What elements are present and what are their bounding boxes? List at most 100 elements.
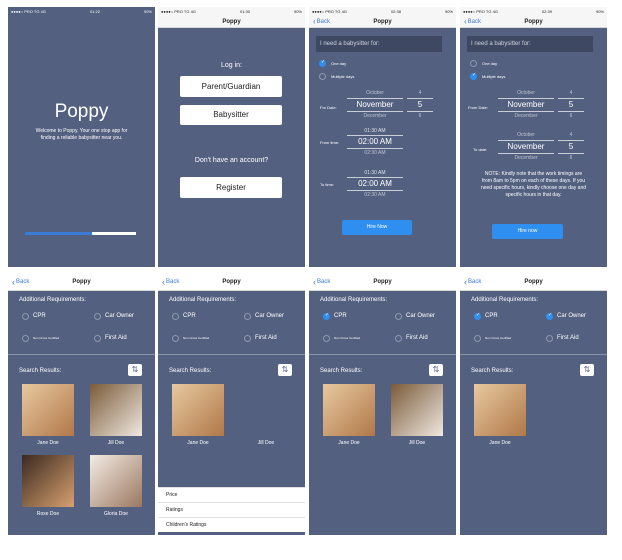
checkbox-first-aid[interactable] (94, 335, 101, 342)
checkbox-non-cross-certified[interactable] (22, 335, 29, 342)
checkbox-cpr[interactable] (172, 313, 179, 320)
carrier-text: ●●●●○ PRO TG 4G (463, 9, 498, 14)
filter-icon[interactable]: ⇅ (580, 364, 594, 376)
checkbox-first-aid[interactable] (546, 335, 553, 342)
battery-text: 90% (143, 9, 152, 14)
day-below: 6 (418, 113, 422, 119)
radio-multiple-days-label: Multiple days (331, 74, 355, 79)
loading-progress-bar (25, 232, 136, 235)
checkbox-non-cross-certified[interactable] (172, 335, 179, 342)
from-time-picker[interactable]: 02:00 AM (347, 137, 403, 146)
picker-line (498, 98, 554, 99)
radio-one-day-label: One day (331, 61, 347, 66)
profile-photo-jill[interactable] (391, 384, 443, 436)
checkbox-first-aid[interactable] (395, 335, 402, 342)
filter-icon[interactable]: ⇅ (128, 364, 142, 376)
battery-text: 90% (595, 9, 604, 14)
radio-multiple-days[interactable] (319, 73, 326, 80)
screen-search-all: ‹Back Poppy Additional Requirements: CPR… (8, 273, 155, 535)
car-owner-label: Car Owner (557, 313, 587, 319)
profile-photo-gloria[interactable] (90, 455, 142, 507)
hire-now-button[interactable]: Hire now (492, 224, 563, 239)
work-hours-note: NOTE: Kindly note that the work timings … (480, 171, 587, 198)
picker-line (347, 190, 403, 191)
nav-bar: ‹Back Poppy (309, 273, 456, 291)
picker-line (347, 135, 403, 136)
requirements-heading: Additional Requirements: (19, 297, 87, 303)
day-picker[interactable]: 5 (407, 100, 433, 109)
section-divider (158, 354, 305, 355)
time-text: 02:39 (541, 9, 552, 14)
nav-title: Poppy (222, 19, 241, 25)
babysitter-button[interactable]: Babysitter (180, 105, 282, 125)
profile-photo-jane[interactable] (474, 384, 526, 436)
checkbox-non-cross-certified[interactable] (323, 335, 330, 342)
checkbox-non-cross-certified[interactable] (474, 335, 481, 342)
screen-login: ●●●●○ PRO TG 4G 01:30 90% Poppy Log in: … (158, 7, 305, 267)
nav-title: Poppy (222, 279, 241, 285)
parent-guardian-button[interactable]: Parent/Guardian (180, 76, 282, 97)
section-divider (309, 354, 456, 355)
nav-bar: ‹Back Poppy (309, 16, 456, 28)
profile-photo-jane[interactable] (172, 384, 224, 436)
nav-bar: ‹Back Poppy (460, 273, 607, 291)
nav-bar: ‹Back Poppy (158, 273, 305, 291)
babysitter-duration-input[interactable]: I need a babysitter for: (316, 36, 442, 52)
radio-multiple-days[interactable] (470, 72, 477, 80)
checkbox-car-owner[interactable] (395, 313, 402, 320)
profile-photo-rose[interactable] (22, 455, 74, 507)
search-results-heading: Search Results: (19, 368, 62, 374)
to-month-picker[interactable]: November (498, 142, 554, 151)
sort-option-childrens-ratings[interactable]: Children's Ratings (158, 517, 305, 532)
picker-line (347, 177, 403, 178)
nav-title: Poppy (524, 19, 543, 25)
picker-line (347, 98, 403, 99)
nav-title: Poppy (524, 279, 543, 285)
no-account-text: Don't have an account? (194, 157, 269, 164)
profile-photo-jane[interactable] (323, 384, 375, 436)
babysitter-duration-input[interactable]: I need a babysitter for: (467, 36, 593, 52)
non-cross-certified-label: Non Cross Certified (485, 336, 512, 340)
radio-one-day[interactable] (470, 60, 477, 67)
checkbox-cpr[interactable] (474, 312, 481, 320)
filter-icon[interactable]: ⇅ (278, 364, 292, 376)
sort-option-price[interactable]: Price (158, 487, 305, 502)
picker-line (558, 98, 584, 99)
from-month-picker[interactable]: November (498, 100, 554, 109)
checkbox-car-owner[interactable] (546, 312, 553, 320)
non-cross-certified-label: Non Cross Certified (33, 336, 60, 340)
sort-sheet: Price Ratings Children's Ratings (158, 487, 305, 532)
checkbox-car-owner[interactable] (94, 313, 101, 320)
checkbox-first-aid[interactable] (244, 335, 251, 342)
requirements-heading: Additional Requirements: (169, 297, 237, 303)
checkbox-car-owner[interactable] (244, 313, 251, 320)
picker-line (498, 153, 554, 154)
screen-search-cpr-car: ‹Back Poppy Additional Requirements: CPR… (460, 273, 607, 535)
radio-one-day[interactable] (319, 59, 326, 67)
profile-photo-jane[interactable] (22, 384, 74, 436)
screen-splash: ●●●●○ PRO TG 4G 01:22 90% Poppy Welcome … (8, 7, 155, 267)
to-day-picker[interactable]: 5 (558, 142, 584, 151)
filter-icon[interactable]: ⇅ (429, 364, 443, 376)
checkbox-cpr[interactable] (22, 313, 29, 320)
from-day-above: 4 (569, 90, 573, 96)
hire-now-button[interactable]: Hire Now (342, 220, 412, 235)
cpr-label: CPR (183, 313, 196, 319)
screen-booking-one-day: ●●●●○ PRO TG 4G 02:38 90% ‹Back Poppy I … (309, 7, 456, 267)
profile-name-jill: Jill Doe (107, 440, 125, 446)
register-button[interactable]: Register (180, 177, 282, 198)
nav-bar: ‹Back Poppy (8, 273, 155, 291)
month-picker[interactable]: November (347, 100, 403, 109)
search-results-heading: Search Results: (169, 368, 212, 374)
battery-text: 90% (293, 9, 302, 14)
to-month-above: October (517, 132, 535, 138)
from-time-below: 02:30 AM (364, 150, 386, 156)
radio-one-day-label: One day (482, 61, 498, 66)
picker-line (407, 98, 433, 99)
from-day-picker[interactable]: 5 (558, 100, 584, 109)
to-time-picker[interactable]: 02:00 AM (347, 179, 403, 188)
sort-option-ratings[interactable]: Ratings (158, 502, 305, 517)
first-aid-label: First Aid (557, 335, 579, 341)
profile-photo-jill[interactable] (90, 384, 142, 436)
checkbox-cpr[interactable] (323, 312, 330, 320)
